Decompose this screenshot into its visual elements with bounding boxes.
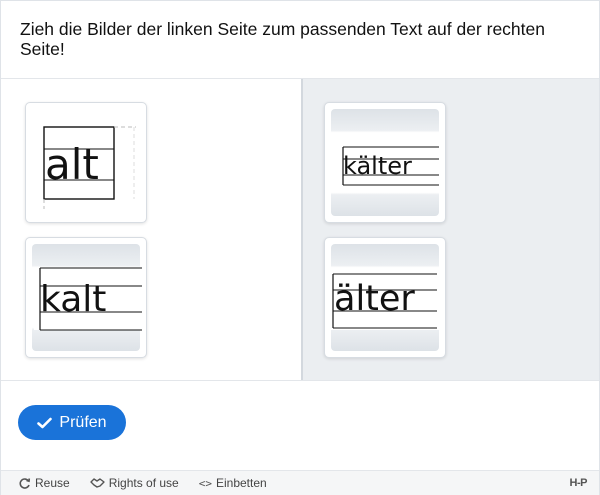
word-image-alt: alt bbox=[43, 126, 136, 209]
h5p-logo[interactable]: H-P bbox=[570, 477, 588, 489]
embed-label: Einbetten bbox=[215, 476, 267, 490]
embed-button[interactable]: <> Einbetten bbox=[199, 476, 267, 490]
word-image-kalt: kalt bbox=[34, 267, 146, 331]
check-button[interactable]: Prüfen bbox=[18, 405, 126, 440]
actions-area: Prüfen bbox=[1, 380, 599, 470]
word-text-alt: alt bbox=[45, 140, 99, 189]
reuse-button[interactable]: Reuse bbox=[18, 476, 70, 490]
task-question: Zieh die Bilder der linken Seite zum pas… bbox=[1, 1, 599, 79]
code-icon: <> bbox=[198, 476, 212, 490]
draggable-card-kalt[interactable]: kalt bbox=[25, 237, 147, 358]
reuse-icon bbox=[19, 477, 31, 489]
dropzones-column: kälter älter bbox=[303, 79, 599, 380]
word-text-kalt: kalt bbox=[40, 279, 106, 320]
check-button-label: Prüfen bbox=[59, 413, 107, 431]
rights-of-use-label: Rights of use bbox=[108, 476, 179, 490]
h5p-container: Zieh die Bilder der linken Seite zum pas… bbox=[0, 0, 600, 495]
word-image-kaelter: kälter bbox=[331, 139, 439, 187]
draggables-column: alt kalt bbox=[1, 79, 301, 380]
checkmark-icon bbox=[37, 417, 53, 428]
h5p-actions-bar: Reuse Rights of use <> Einbetten H-P bbox=[1, 470, 599, 495]
dropzone-aelter[interactable]: älter bbox=[324, 237, 446, 358]
word-text-aelter: älter bbox=[334, 279, 415, 319]
reuse-label: Reuse bbox=[35, 476, 70, 490]
word-image-aelter: älter bbox=[331, 270, 439, 330]
rights-of-use-button[interactable]: Rights of use bbox=[89, 476, 179, 490]
handshake-icon bbox=[89, 478, 105, 488]
drag-board: alt kalt kälter älter bbox=[1, 79, 599, 380]
word-text-kaelter: kälter bbox=[343, 152, 412, 180]
draggable-card-alt[interactable]: alt bbox=[25, 102, 147, 223]
dropzone-kaelter[interactable]: kälter bbox=[324, 102, 446, 223]
